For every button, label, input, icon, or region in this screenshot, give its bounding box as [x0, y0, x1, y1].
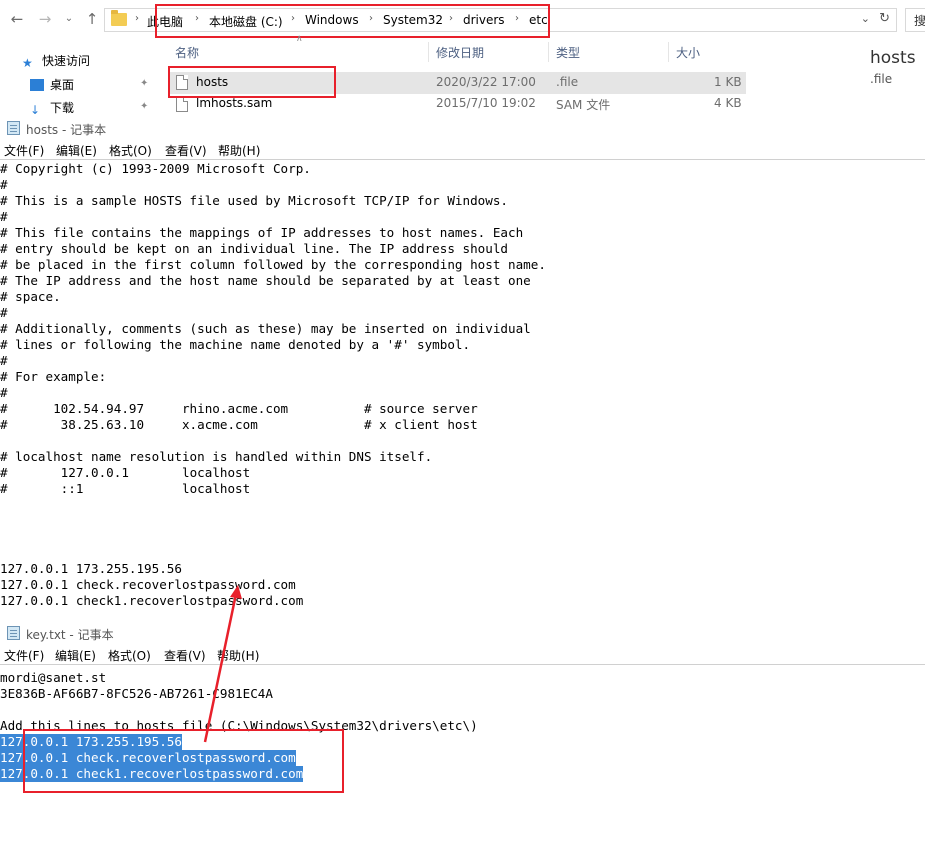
menu-format[interactable]: 格式(O) — [109, 142, 152, 159]
menu-bar: 文件(F) 编辑(E) 格式(O) 查看(V) 帮助(H) — [0, 645, 925, 665]
preview-subtitle: .file — [870, 72, 893, 86]
text-line — [0, 702, 925, 718]
menu-view[interactable]: 查看(V) — [164, 647, 206, 664]
hosts-file-highlight-box — [168, 66, 336, 98]
text-line: # This is a sample HOSTS file used by Mi… — [0, 193, 508, 208]
text-line: mordi@sanet.st — [0, 670, 107, 685]
menu-file[interactable]: 文件(F) — [4, 647, 44, 664]
menu-help[interactable]: 帮助(H) — [217, 647, 259, 664]
text-line: # This file contains the mappings of IP … — [0, 225, 524, 240]
menu-file[interactable]: 文件(F) — [4, 142, 44, 159]
file-icon — [176, 97, 188, 112]
text-line — [0, 529, 925, 545]
download-icon: ↓ — [30, 103, 41, 117]
notepad-icon — [7, 626, 20, 640]
quick-access-label: 快速访问 — [42, 54, 91, 68]
folder-icon — [111, 10, 127, 26]
text-line: 127.0.0.1 check1.recoverlostpassword.com — [0, 593, 304, 608]
file-name: lmhosts.sam — [196, 96, 273, 110]
quick-access-item[interactable]: ★ 快速访问 — [22, 52, 91, 70]
text-line — [0, 433, 925, 449]
preview-title: hosts — [870, 48, 916, 68]
notepad-icon — [7, 121, 20, 135]
chevron-right-icon: › — [135, 13, 139, 24]
file-size: 4 KB — [714, 96, 742, 110]
text-line: # Additionally, comments (such as these)… — [0, 321, 531, 336]
text-line — [0, 545, 925, 561]
file-type: SAM 文件 — [556, 98, 611, 112]
column-name[interactable]: 名称 — [175, 44, 199, 61]
desktop-icon — [30, 79, 44, 91]
forward-arrow-icon[interactable]: → — [36, 9, 54, 29]
file-explorer-window: ← → ⌄ ↑ › 此电脑 › 本地磁盘 (C:) › Windows › Sy… — [0, 0, 925, 117]
text-line: # 38.25.63.10 x.acme.com # x client host — [0, 417, 478, 432]
text-line — [0, 497, 925, 513]
menu-help[interactable]: 帮助(H) — [218, 142, 260, 159]
text-line: # — [0, 353, 8, 368]
text-editor-area[interactable]: # Copyright (c) 1993-2009 Microsoft Corp… — [0, 161, 925, 611]
menu-format[interactable]: 格式(O) — [108, 647, 151, 664]
pin-icon[interactable]: ✦ — [140, 101, 148, 112]
menu-bar: 文件(F) 编辑(E) 格式(O) 查看(V) 帮助(H) — [0, 140, 925, 160]
text-line — [0, 513, 925, 529]
text-line: 127.0.0.1 173.255.195.56 — [0, 561, 182, 576]
window-title: hosts - 记事本 — [26, 123, 107, 137]
desktop-label: 桌面 — [50, 78, 75, 92]
selected-lines-highlight-box — [23, 729, 344, 793]
menu-edit[interactable]: 编辑(E) — [55, 647, 96, 664]
text-line: # lines or following the machine name de… — [0, 337, 471, 352]
hosts-notepad-window: hosts - 记事本 文件(F) 编辑(E) 格式(O) 查看(V) 帮助(H… — [0, 116, 925, 616]
title-bar[interactable]: hosts - 记事本 — [0, 116, 925, 140]
menu-edit[interactable]: 编辑(E) — [56, 142, 97, 159]
text-line: # localhost name resolution is handled w… — [0, 449, 433, 464]
text-line: # 127.0.0.1 localhost — [0, 465, 251, 480]
search-box[interactable]: 搜 — [905, 8, 925, 32]
text-line: # be placed in the first column followed… — [0, 257, 546, 272]
menu-view[interactable]: 查看(V) — [165, 142, 207, 159]
text-line: # — [0, 305, 8, 320]
text-line: # ::1 localhost — [0, 481, 251, 496]
title-bar[interactable]: key.txt - 记事本 — [0, 621, 925, 645]
text-line: # The IP address and the host name shoul… — [0, 273, 531, 288]
refresh-icon[interactable]: ↻ — [879, 11, 890, 26]
text-line: # entry should be kept on an individual … — [0, 241, 508, 256]
address-highlight-box — [155, 4, 550, 38]
text-line: # 102.54.94.97 rhino.acme.com # source s… — [0, 401, 478, 416]
window-title: key.txt - 记事本 — [26, 628, 114, 642]
text-line: # Copyright (c) 1993-2009 Microsoft Corp… — [0, 161, 311, 176]
file-list-header: ∧ 名称 修改日期 类型 大小 — [166, 34, 746, 64]
back-arrow-icon[interactable]: ← — [8, 9, 26, 29]
desktop-item[interactable]: 桌面 — [30, 76, 74, 93]
file-modified: 2015/7/10 19:02 — [436, 96, 536, 110]
star-icon: ★ — [22, 56, 33, 70]
text-line: # For example: — [0, 369, 107, 384]
chevron-down-icon[interactable]: ⌄ — [861, 12, 870, 25]
text-line: 3E836B-AF66B7-8FC526-AB7261-C981EC4A — [0, 686, 273, 701]
text-line: # — [0, 209, 8, 224]
sort-ascending-icon: ∧ — [296, 34, 303, 44]
up-arrow-icon[interactable]: ↑ — [83, 9, 101, 29]
downloads-label: 下载 — [50, 101, 75, 115]
text-line: 127.0.0.1 check.recoverlostpassword.com — [0, 577, 296, 592]
column-modified[interactable]: 修改日期 — [436, 44, 484, 61]
recent-dropdown-icon[interactable]: ⌄ — [60, 9, 78, 29]
file-modified: 2020/3/22 17:00 — [436, 75, 536, 89]
text-line: # — [0, 385, 8, 400]
column-type[interactable]: 类型 — [556, 44, 580, 61]
file-type: .file — [556, 75, 579, 89]
text-line: # space. — [0, 289, 61, 304]
text-line: # — [0, 177, 8, 192]
file-size: 1 KB — [714, 75, 742, 89]
downloads-item[interactable]: ↓ 下载 — [30, 99, 75, 117]
pin-icon[interactable]: ✦ — [140, 78, 148, 89]
column-size[interactable]: 大小 — [676, 44, 700, 61]
